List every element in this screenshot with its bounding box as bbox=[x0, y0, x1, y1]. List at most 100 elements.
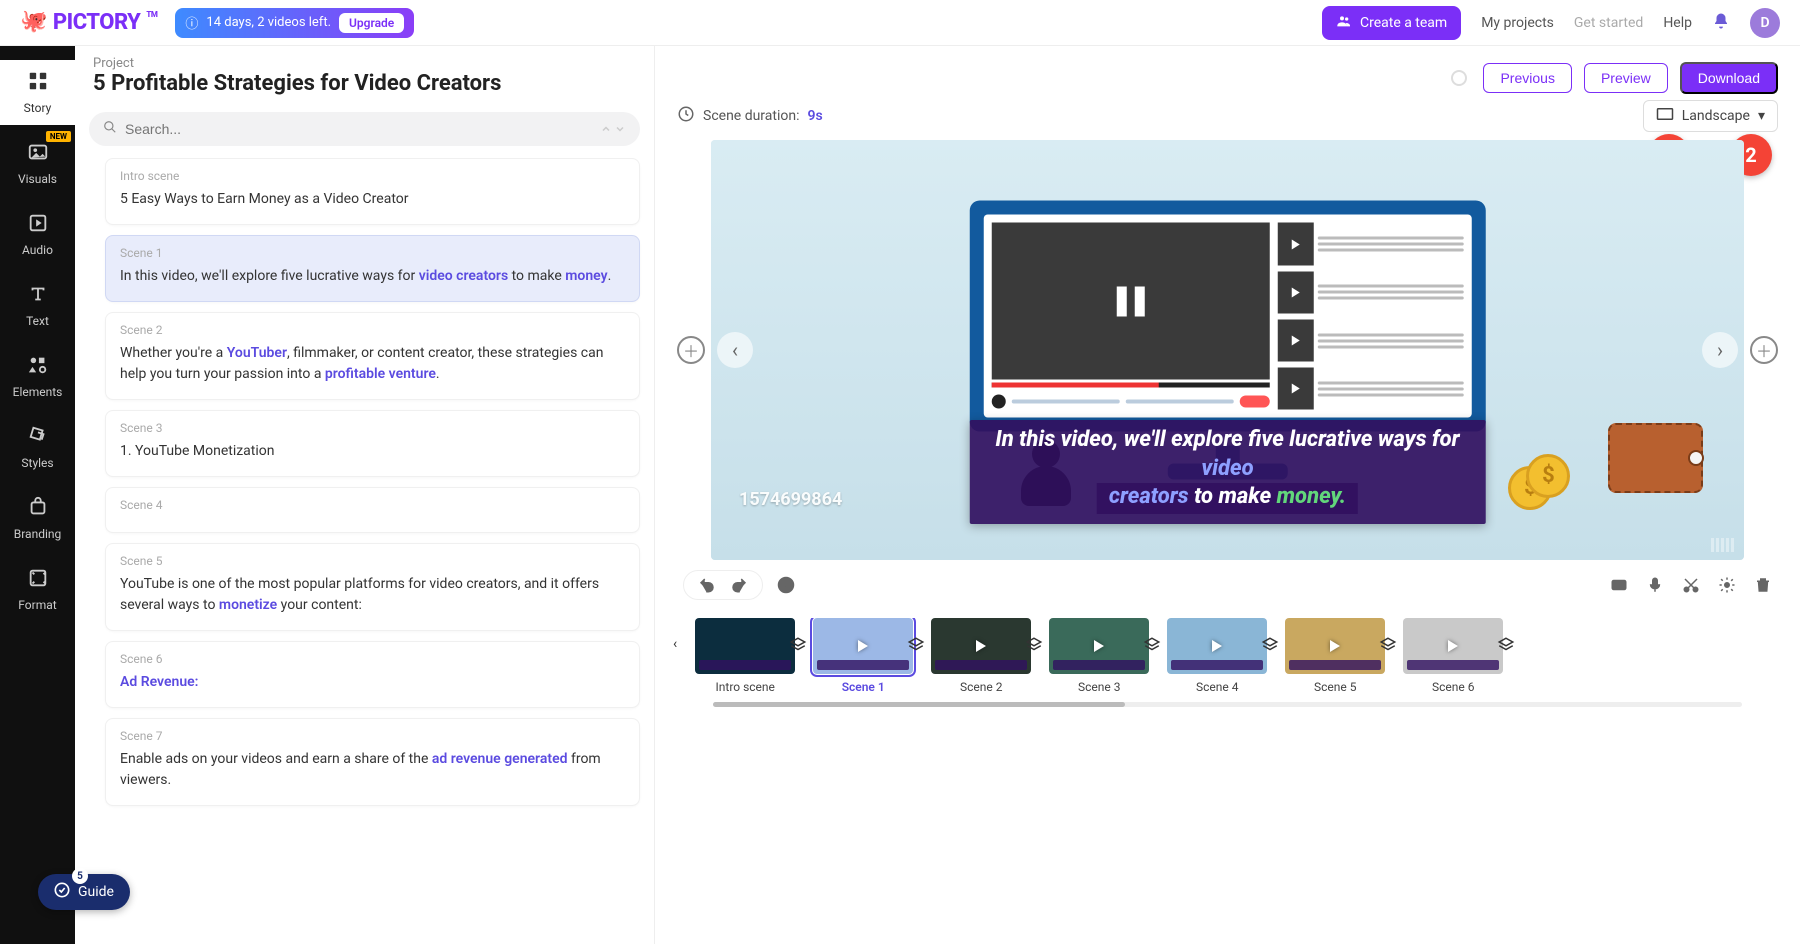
guide-check-icon bbox=[54, 882, 70, 902]
redo-button[interactable] bbox=[730, 576, 748, 594]
scene-card[interactable]: Scene 1In this video, we'll explore five… bbox=[105, 235, 640, 302]
canvas-next-button[interactable]: › bbox=[1702, 332, 1738, 368]
scene-text[interactable]: Enable ads on your videos and earn a sha… bbox=[120, 749, 625, 791]
rail-story[interactable]: Story bbox=[0, 60, 75, 125]
scenes-list[interactable]: Intro scene5 Easy Ways to Earn Money as … bbox=[75, 158, 654, 924]
add-scene-before-button[interactable]: ＋ bbox=[677, 336, 705, 364]
create-team-label: Create a team bbox=[1360, 15, 1447, 31]
timeline-scrollbar[interactable] bbox=[713, 702, 1742, 707]
my-projects-link[interactable]: My projects bbox=[1481, 15, 1554, 31]
clock-icon bbox=[677, 105, 695, 127]
sync-indicator-icon bbox=[1451, 70, 1467, 86]
search-bar[interactable] bbox=[89, 112, 640, 146]
guide-button[interactable]: 5 Guide bbox=[38, 874, 130, 910]
monitor-illustration bbox=[969, 201, 1486, 432]
top-toolbar: Previous Preview Download 1 2 bbox=[655, 46, 1800, 100]
aspect-dropdown[interactable]: Landscape ▾ bbox=[1643, 100, 1778, 132]
scene-text[interactable]: In this video, we'll explore five lucrat… bbox=[120, 266, 625, 287]
timeline-thumb[interactable] bbox=[1403, 618, 1503, 674]
scene-card[interactable]: Scene 6 Ad Revenue: bbox=[105, 641, 640, 708]
captions-button[interactable] bbox=[1610, 576, 1628, 594]
search-nav-icons[interactable] bbox=[600, 123, 626, 135]
scene-card[interactable]: Scene 31. YouTube Monetization bbox=[105, 410, 640, 477]
timeline-thumb[interactable] bbox=[695, 618, 795, 674]
scene-text[interactable]: 1. YouTube Monetization bbox=[120, 441, 625, 462]
layers-icon[interactable] bbox=[1143, 636, 1161, 654]
timeline-prev-button[interactable]: ‹ bbox=[673, 618, 677, 652]
timeline-thumb[interactable] bbox=[1049, 618, 1149, 674]
layers-icon[interactable] bbox=[907, 636, 925, 654]
voiceover-button[interactable] bbox=[1646, 576, 1664, 594]
search-input[interactable] bbox=[125, 121, 592, 137]
user-avatar[interactable]: D bbox=[1750, 8, 1780, 38]
brand-name: PICTORY bbox=[53, 10, 140, 35]
rail-elements[interactable]: Elements bbox=[0, 344, 75, 409]
scene-card[interactable]: Scene 7 Enable ads on your videos and ear… bbox=[105, 718, 640, 806]
scene-text[interactable]: YouTube is one of the most popular platf… bbox=[120, 574, 625, 616]
layers-icon[interactable] bbox=[1025, 636, 1043, 654]
wallet-illustration bbox=[1608, 423, 1703, 493]
timeline-item: Scene 5 bbox=[1285, 618, 1385, 694]
aspect-icon bbox=[1656, 107, 1674, 125]
trim-button[interactable] bbox=[1682, 576, 1700, 594]
scene-card[interactable]: Scene 5YouTube is one of the most popula… bbox=[105, 543, 640, 631]
scene-label: Scene 6 bbox=[120, 652, 625, 666]
upgrade-button[interactable]: Upgrade bbox=[339, 13, 404, 33]
previous-button[interactable]: Previous bbox=[1483, 63, 1571, 93]
rail-visuals[interactable]: NEW Visuals bbox=[0, 131, 75, 196]
guide-badge: 5 bbox=[72, 868, 88, 884]
rail-visuals-label: Visuals bbox=[18, 172, 57, 186]
scene-label: Scene 7 bbox=[120, 729, 625, 743]
player-controls bbox=[655, 560, 1800, 610]
layers-icon[interactable] bbox=[1261, 636, 1279, 654]
scene-text[interactable]: Ad Revenue: bbox=[120, 672, 625, 693]
brand-logo[interactable]: 🐙 PICTORY TM bbox=[20, 10, 157, 35]
scene-text[interactable]: Whether you're a YouTuber, filmmaker, or… bbox=[120, 343, 625, 385]
scene-text[interactable]: 5 Easy Ways to Earn Money as a Video Cre… bbox=[120, 189, 625, 210]
timeline-thumb[interactable] bbox=[931, 618, 1031, 674]
audio-icon bbox=[27, 212, 49, 237]
timeline: ‹ Intro scene👁Scene 1Scene 2Scene 3Scene… bbox=[655, 610, 1800, 721]
timeline-thumb[interactable] bbox=[813, 618, 913, 674]
canvas-wrap: ＋ bbox=[655, 140, 1800, 560]
coins-illustration: $ $ bbox=[1508, 450, 1568, 510]
scene-card[interactable]: Scene 2 Whether you're a YouTuber, filmma… bbox=[105, 312, 640, 400]
video-canvas[interactable]: $ $ 1574699864 In this video, we'll expl… bbox=[711, 140, 1744, 560]
timeline-label: Scene 5 bbox=[1314, 680, 1356, 694]
play-button[interactable] bbox=[777, 576, 795, 594]
timeline-thumb[interactable] bbox=[1285, 618, 1385, 674]
canvas-prev-button[interactable]: ‹ bbox=[717, 332, 753, 368]
caption-overlay[interactable]: In this video, we'll explore five lucrat… bbox=[969, 420, 1486, 524]
download-button[interactable]: Download bbox=[1680, 62, 1778, 94]
project-title[interactable]: 5 Profitable Strategies for Video Creato… bbox=[93, 71, 636, 96]
layers-icon[interactable] bbox=[789, 636, 807, 654]
scene-card[interactable]: Intro scene5 Easy Ways to Earn Money as … bbox=[105, 158, 640, 225]
rail-audio[interactable]: Audio bbox=[0, 202, 75, 267]
delete-button[interactable] bbox=[1754, 576, 1772, 594]
rail-styles[interactable]: Styles bbox=[0, 415, 75, 480]
scene-card[interactable]: Scene 4 bbox=[105, 487, 640, 533]
notifications-icon[interactable] bbox=[1712, 12, 1730, 34]
rail-format[interactable]: Format bbox=[0, 557, 75, 622]
help-link[interactable]: Help bbox=[1663, 15, 1692, 31]
rail-branding[interactable]: Branding bbox=[0, 486, 75, 551]
get-started-link[interactable]: Get started bbox=[1574, 15, 1643, 31]
brand-tm: TM bbox=[146, 10, 157, 19]
layers-icon[interactable] bbox=[1497, 636, 1515, 654]
timeline-label: Intro scene bbox=[716, 680, 775, 694]
settings-button[interactable] bbox=[1718, 576, 1736, 594]
timeline-label: Scene 6 bbox=[1432, 680, 1474, 694]
create-team-button[interactable]: Create a team bbox=[1322, 6, 1461, 40]
undo-button[interactable] bbox=[698, 576, 716, 594]
rail-text[interactable]: Text bbox=[0, 273, 75, 338]
add-scene-after-button[interactable]: ＋ bbox=[1750, 336, 1778, 364]
timeline-label: Scene 1 bbox=[842, 680, 885, 694]
timeline-thumb[interactable] bbox=[1167, 618, 1267, 674]
scene-duration[interactable]: Scene duration: 9s bbox=[677, 105, 823, 127]
timeline-label: Scene 4 bbox=[1196, 680, 1238, 694]
timeline-item: 👁Scene 1 bbox=[813, 618, 913, 694]
timeline-item: Scene 4 bbox=[1167, 618, 1267, 694]
scene-label: Scene 2 bbox=[120, 323, 625, 337]
layers-icon[interactable] bbox=[1379, 636, 1397, 654]
preview-button[interactable]: Preview bbox=[1584, 63, 1668, 93]
